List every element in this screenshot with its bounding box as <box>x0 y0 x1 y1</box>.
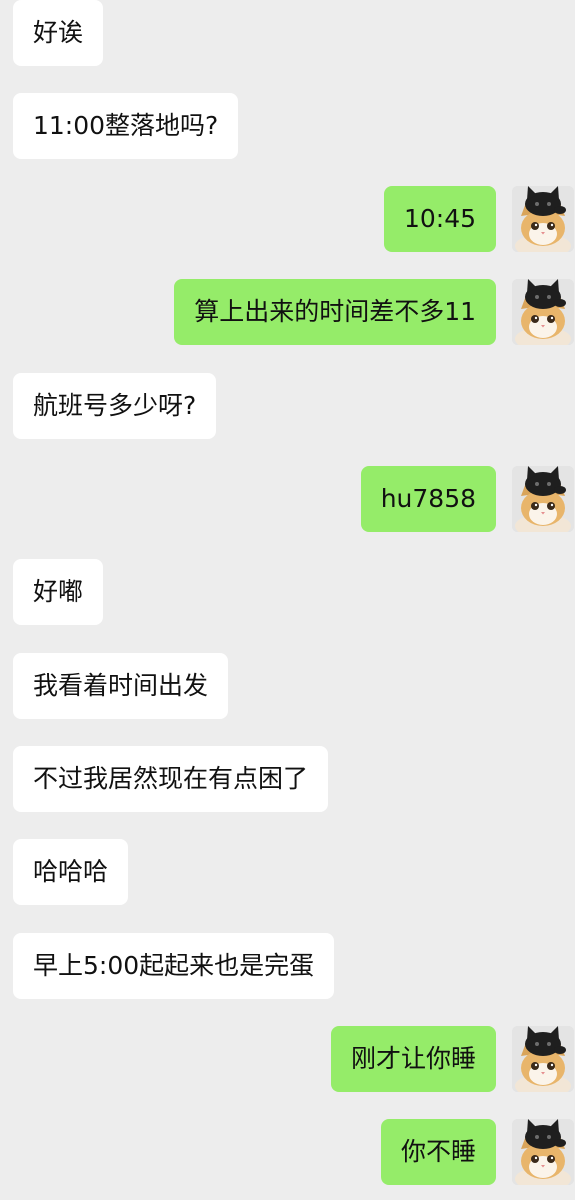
message-row-incoming: 11:00整落地吗? <box>0 93 575 159</box>
incoming-message-bubble[interactable]: 早上5:00起起来也是完蛋 <box>13 933 335 999</box>
outgoing-message-bubble[interactable]: hu7858 <box>360 466 496 532</box>
message-row-incoming: 不过我居然现在有点困了 <box>0 746 575 812</box>
message-row-outgoing: 10:45 <box>0 186 575 252</box>
chat-message-list[interactable]: 好诶 11:00整落地吗? 10:45 算上出来的时间差不多11 航班号多少呀?… <box>0 0 575 1200</box>
incoming-message-bubble[interactable]: 好嘟 <box>13 559 104 625</box>
cat-avatar-icon[interactable] <box>512 279 574 345</box>
message-row-incoming: 航班号多少呀? <box>0 373 575 439</box>
outgoing-message-bubble[interactable]: 10:45 <box>383 186 496 252</box>
message-row-incoming: 哈哈哈 <box>0 839 575 905</box>
incoming-message-bubble[interactable]: 好诶 <box>13 0 104 66</box>
outgoing-message-bubble[interactable]: 你不睡 <box>380 1119 496 1185</box>
outgoing-message-bubble[interactable]: 算上出来的时间差不多11 <box>174 279 496 345</box>
incoming-message-bubble[interactable]: 航班号多少呀? <box>13 373 217 439</box>
outgoing-message-bubble[interactable]: 刚才让你睡 <box>330 1026 496 1092</box>
message-row-outgoing: hu7858 <box>0 466 575 532</box>
cat-avatar-icon[interactable] <box>512 1119 574 1185</box>
message-row-incoming: 好嘟 <box>0 559 575 625</box>
message-row-incoming: 早上5:00起起来也是完蛋 <box>0 933 575 999</box>
cat-avatar-icon[interactable] <box>512 466 574 532</box>
cat-avatar-icon[interactable] <box>512 186 574 252</box>
incoming-message-bubble[interactable]: 哈哈哈 <box>13 839 129 905</box>
message-row-outgoing: 你不睡 <box>0 1119 575 1185</box>
incoming-message-bubble[interactable]: 不过我居然现在有点困了 <box>13 746 329 812</box>
message-row-incoming: 我看着时间出发 <box>0 653 575 719</box>
incoming-message-bubble[interactable]: 我看着时间出发 <box>13 653 229 719</box>
incoming-message-bubble[interactable]: 11:00整落地吗? <box>13 93 239 159</box>
message-row-outgoing: 算上出来的时间差不多11 <box>0 279 575 345</box>
message-row-incoming: 好诶 <box>0 0 575 66</box>
message-row-outgoing: 刚才让你睡 <box>0 1026 575 1092</box>
cat-avatar-icon[interactable] <box>512 1026 574 1092</box>
